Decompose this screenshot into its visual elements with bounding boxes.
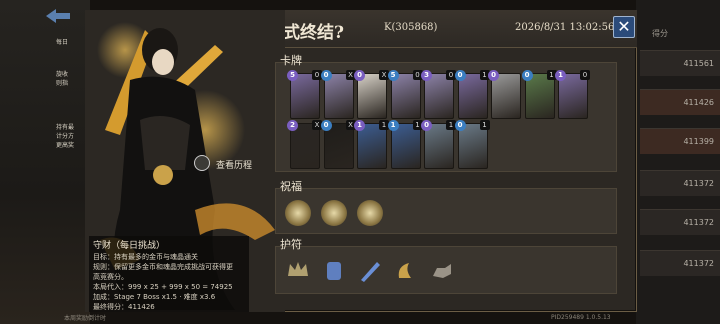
card-cost: 5 bbox=[287, 70, 298, 81]
card-upgrade-badge: 0 bbox=[580, 70, 590, 80]
card[interactable]: 11 bbox=[354, 120, 389, 169]
run-datetime: 2026/8/31 13:02:56 bbox=[515, 22, 615, 33]
card-cost: 0 bbox=[354, 70, 365, 81]
card[interactable]: 2X bbox=[287, 120, 322, 169]
card[interactable]: 0X bbox=[320, 120, 356, 169]
card-cost: 1 bbox=[354, 120, 365, 131]
card[interactable]: 01 bbox=[454, 120, 490, 169]
card[interactable]: 50 bbox=[287, 70, 322, 119]
score-row[interactable]: 411372 bbox=[640, 250, 720, 276]
card-cost: 0 bbox=[454, 70, 466, 81]
score-bonus: 加成：Stage 7 Boss x1.5 · 难度 x3.6 bbox=[93, 293, 216, 301]
card-upgrade-badge: 1 bbox=[479, 120, 490, 130]
blessing-icon[interactable] bbox=[321, 200, 347, 226]
player-name: K(305868) bbox=[384, 22, 438, 33]
card[interactable]: 0X bbox=[320, 70, 356, 119]
close-button[interactable]: ✕ bbox=[613, 16, 635, 38]
view-history-link[interactable]: 查看历程 bbox=[216, 158, 252, 171]
amulet-crown-icon[interactable] bbox=[285, 258, 311, 284]
left-tab-2-line1: 旋收 bbox=[56, 71, 69, 78]
score-row[interactable]: 411399 bbox=[640, 128, 720, 154]
challenge-title: 守财（每日挑战） bbox=[93, 241, 166, 251]
history-icon[interactable] bbox=[194, 155, 210, 171]
amulets-section-label: 护符 bbox=[280, 238, 302, 251]
card[interactable]: 30 bbox=[421, 70, 456, 119]
card-cost: 0 bbox=[454, 120, 466, 131]
left-tab-daily[interactable]: 每日 bbox=[56, 38, 88, 47]
final-score: 最终得分：411426 bbox=[93, 303, 155, 311]
challenge-rule-cont: 高竞赛分。 bbox=[93, 273, 128, 281]
challenge-goal: 目标：持有最多的金币与魂晶通关 bbox=[93, 253, 198, 261]
left-tab-3-line2: 计分方 bbox=[56, 133, 75, 140]
amulet-gauntlet-icon[interactable] bbox=[321, 258, 347, 284]
challenge-rule: 规则：保留更多金币和魂晶完成挑战可获得更 bbox=[93, 263, 233, 271]
left-tab-3-line1: 持有最 bbox=[56, 124, 75, 131]
card-cost: 1 bbox=[387, 120, 399, 131]
score-row[interactable]: 411372 bbox=[640, 209, 720, 235]
score-column-header: 得分 bbox=[652, 29, 668, 38]
score-calculation: 本局代入：999 x 25 + 999 x 50 = 74925 bbox=[93, 283, 233, 291]
card-cost: 0 bbox=[320, 70, 332, 81]
blessing-icon[interactable] bbox=[357, 200, 383, 226]
blessings-section-label: 祝福 bbox=[280, 180, 302, 193]
card-cost: 0 bbox=[521, 70, 533, 81]
weekly-reward-countdown: 本周奖励倒计时 bbox=[64, 315, 107, 322]
card[interactable]: 0 bbox=[488, 70, 521, 119]
card[interactable]: 10 bbox=[555, 70, 590, 119]
card-cost: 2 bbox=[287, 120, 298, 131]
left-background bbox=[0, 0, 90, 324]
card-cost: 0 bbox=[421, 120, 432, 131]
card[interactable]: 01 bbox=[521, 70, 557, 119]
left-tab-3-line3: 更高奖 bbox=[56, 142, 75, 149]
card-cost: 1 bbox=[555, 70, 566, 81]
build-id: PID259489 1.0.5.13 bbox=[551, 314, 611, 321]
cards-section-label: 卡牌 bbox=[280, 54, 302, 67]
left-tab-2-line2: 则指 bbox=[56, 80, 69, 87]
back-arrow-icon[interactable] bbox=[44, 7, 72, 25]
card-cost: 0 bbox=[320, 120, 332, 131]
amulet-blade-icon[interactable] bbox=[357, 258, 383, 284]
card[interactable]: 01 bbox=[454, 70, 490, 119]
card[interactable]: 01 bbox=[421, 120, 456, 169]
score-row[interactable]: 411426 bbox=[640, 89, 720, 115]
card[interactable]: 50 bbox=[387, 70, 423, 119]
amulet-beast-icon[interactable] bbox=[429, 258, 455, 284]
card-cost: 0 bbox=[488, 70, 499, 81]
score-row[interactable]: 411372 bbox=[640, 170, 720, 196]
blessing-icon[interactable] bbox=[285, 200, 311, 226]
amulet-horn-icon[interactable] bbox=[393, 258, 419, 284]
score-row[interactable]: 411561 bbox=[640, 50, 720, 76]
card-cost: 5 bbox=[387, 70, 399, 81]
card[interactable]: 11 bbox=[387, 120, 423, 169]
card[interactable]: 0X bbox=[354, 70, 389, 119]
card-cost: 3 bbox=[421, 70, 432, 81]
